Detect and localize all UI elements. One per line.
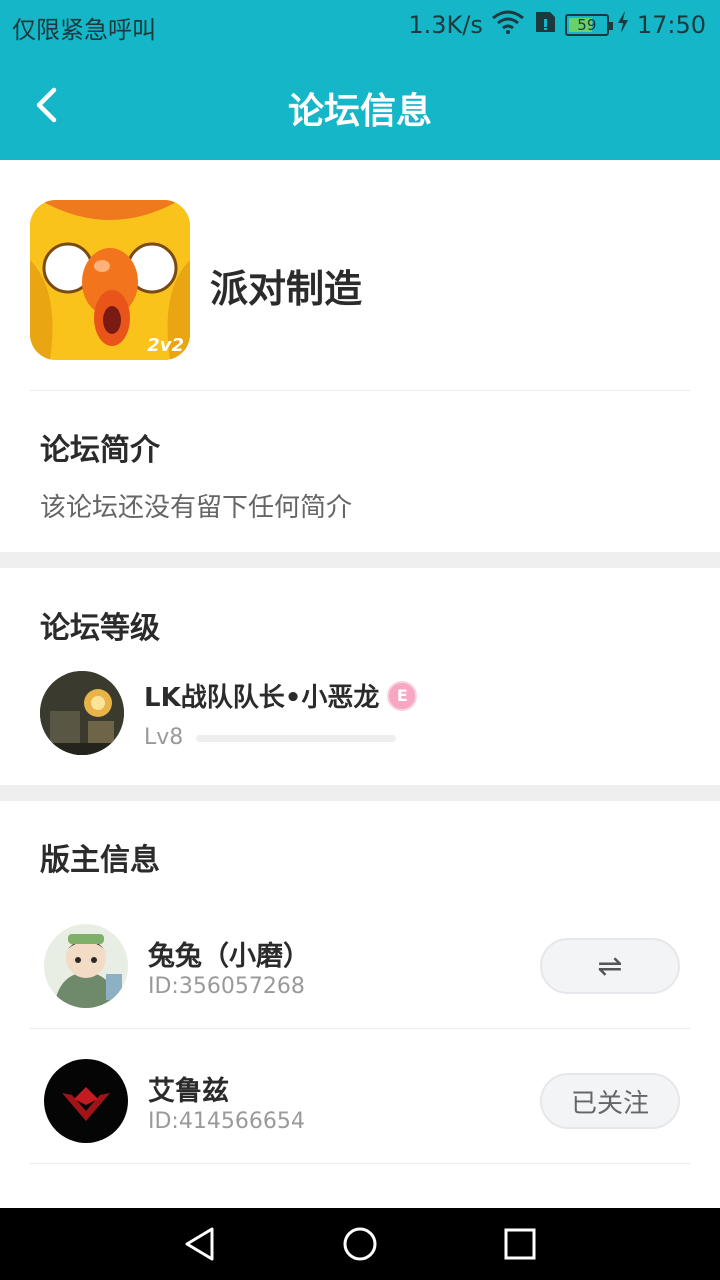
battery-icon: 59 [564, 14, 613, 36]
avatar[interactable] [44, 924, 128, 1008]
intro-title: 论坛简介 [40, 433, 160, 468]
level-title: 论坛等级 [40, 611, 160, 646]
network-speed: 1.3K/s [408, 11, 483, 39]
back-triangle-icon[interactable] [182, 1226, 218, 1262]
swap-icon: ⇌ [597, 948, 623, 984]
nav-bar: 论坛信息 [0, 50, 720, 160]
sim-icon [533, 10, 557, 40]
level-progress-bar [196, 735, 396, 742]
page-title: 论坛信息 [287, 91, 432, 132]
divider [30, 1028, 690, 1029]
swap-button[interactable]: ⇌ [540, 938, 680, 994]
user-name: LK战队队长•小恶龙 [144, 683, 380, 713]
moderators-title: 版主信息 [40, 843, 160, 878]
charging-icon [617, 10, 629, 40]
carrier-text: 仅限紧急呼叫 [12, 16, 156, 44]
system-nav-bar [0, 1208, 720, 1280]
forum-header: 2v2 派对制造 [0, 160, 720, 390]
avatar[interactable] [44, 1059, 128, 1143]
divider [30, 390, 690, 391]
intro-text: 该论坛还没有留下任何简介 [40, 493, 353, 523]
forum-name: 派对制造 [210, 267, 363, 311]
moderator-id: ID:414566654 [148, 1109, 305, 1134]
followed-button[interactable]: 已关注 [540, 1073, 680, 1129]
level-label: Lv8 [144, 725, 184, 750]
moderator-name: 兔兔（小磨） [148, 941, 310, 972]
status-right: 1.3K/s 59 17:50 [408, 10, 706, 40]
recents-square-icon[interactable] [502, 1226, 538, 1262]
level-badge-icon: E [387, 680, 418, 711]
moderator-id: ID:356057268 [148, 974, 305, 999]
wifi-icon [491, 10, 525, 40]
divider [30, 1163, 690, 1164]
status-bar: 仅限紧急呼叫 1.3K/s 59 17:50 [0, 0, 720, 50]
list-item[interactable]: 兔兔（小磨） ID:356057268 ⇌ [0, 900, 720, 1035]
clock: 17:50 [636, 11, 706, 39]
moderator-name: 艾鲁兹 [148, 1076, 229, 1107]
app-header: 仅限紧急呼叫 1.3K/s 59 17:50 论坛信息 [0, 0, 720, 160]
forum-logo: 2v2 [30, 200, 190, 360]
avatar[interactable] [40, 671, 124, 755]
list-item[interactable]: 艾鲁兹 ID:414566654 已关注 [0, 1035, 720, 1170]
home-circle-icon[interactable] [342, 1226, 378, 1262]
logo-badge-text: 2v2 [147, 335, 184, 356]
battery-level: 59 [577, 16, 597, 34]
section-gap [0, 785, 720, 801]
section-gap [0, 552, 720, 568]
level-user-name[interactable]: LK战队队长•小恶龙 E [144, 677, 418, 714]
